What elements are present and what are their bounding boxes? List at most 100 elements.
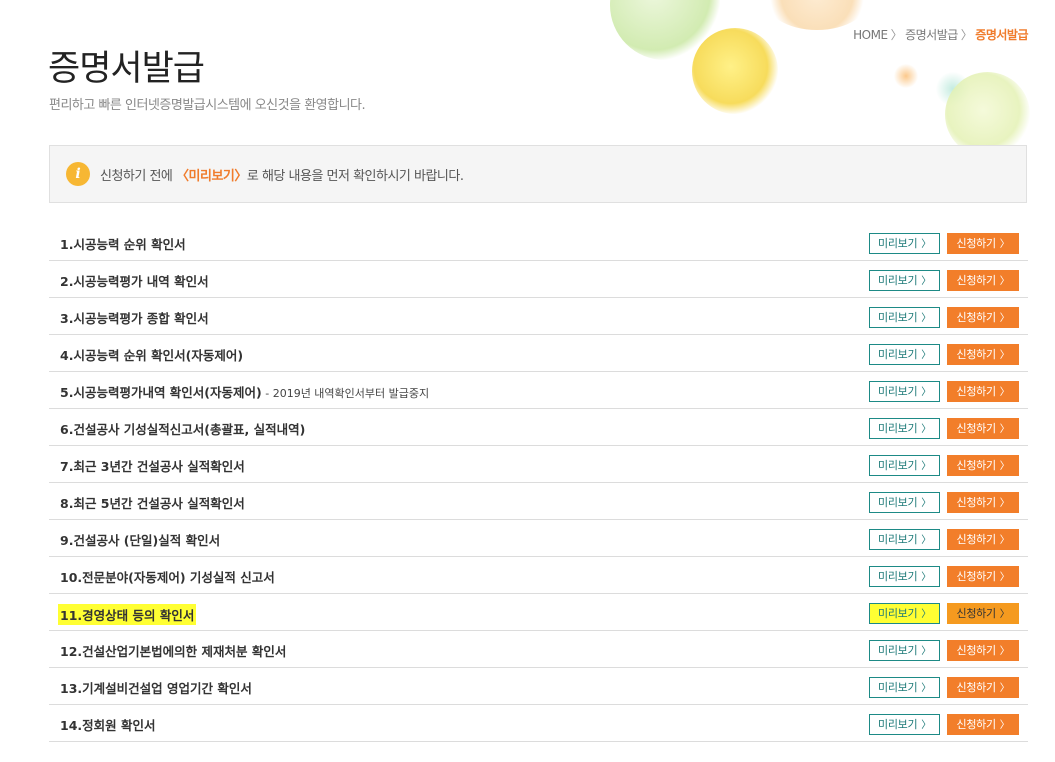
apply-button-label: 신청하기	[956, 274, 997, 287]
apply-button[interactable]: 신청하기 〉	[947, 381, 1019, 402]
chevron-right-icon: 〉	[999, 683, 1010, 694]
apply-button-label: 신청하기	[956, 607, 997, 620]
notice-box: i 신청하기 전에 〈미리보기〉로 해당 내용을 먼저 확인하시기 바랍니다.	[49, 145, 1027, 203]
apply-button[interactable]: 신청하기 〉	[947, 677, 1019, 698]
preview-button-label: 미리보기	[878, 422, 918, 435]
apply-button-label: 신청하기	[956, 311, 997, 324]
certificate-title: 11.경영상태 등의 확인서	[58, 604, 197, 625]
apply-button[interactable]: 신청하기 〉	[947, 714, 1019, 735]
preview-button-label: 미리보기	[878, 644, 918, 657]
preview-button-label: 미리보기	[878, 385, 918, 398]
preview-button[interactable]: 미리보기 〉	[869, 233, 940, 254]
apply-button-label: 신청하기	[956, 385, 997, 398]
chevron-right-icon: 〉	[921, 572, 931, 583]
certificate-title: 6.건설공사 기성실적신고서(총괄표, 실적내역)	[60, 419, 305, 438]
certificate-title-text: 10.전문분야(자동제어) 기성실적 신고서	[60, 570, 275, 585]
certificate-title: 9.건설공사 (단일)실적 확인서	[60, 530, 220, 549]
chevron-right-icon: 〉	[921, 313, 931, 324]
chevron-right-icon: 〉	[999, 313, 1010, 324]
apply-button[interactable]: 신청하기 〉	[947, 344, 1019, 365]
apply-button-label: 신청하기	[956, 718, 997, 731]
preview-button-label: 미리보기	[878, 718, 918, 731]
apply-button-label: 신청하기	[956, 459, 997, 472]
apply-button-label: 신청하기	[956, 644, 997, 657]
chevron-right-icon: 〉	[999, 350, 1010, 361]
certificate-title-text: 12.건설산업기본법에의한 제재처분 확인서	[60, 644, 287, 659]
preview-button-label: 미리보기	[878, 570, 918, 583]
certificate-row: 9.건설공사 (단일)실적 확인서 미리보기 〉 신청하기 〉	[49, 520, 1028, 557]
chevron-right-icon: 〉	[999, 387, 1010, 398]
certificate-row: 6.건설공사 기성실적신고서(총괄표, 실적내역) 미리보기 〉 신청하기 〉	[49, 409, 1028, 446]
certificate-row: 8.최근 5년간 건설공사 실적확인서 미리보기 〉 신청하기 〉	[49, 483, 1028, 520]
breadcrumb-separator: 〉	[960, 28, 973, 42]
preview-button[interactable]: 미리보기 〉	[869, 381, 940, 402]
preview-button[interactable]: 미리보기 〉	[869, 677, 940, 698]
chevron-right-icon: 〉	[999, 646, 1010, 657]
preview-button-label: 미리보기	[878, 533, 918, 546]
certificate-title: 3.시공능력평가 종합 확인서	[60, 308, 209, 327]
preview-button[interactable]: 미리보기 〉	[869, 418, 940, 439]
certificate-title: 5.시공능력평가내역 확인서(자동제어) - 2019년 내역확인서부터 발급중…	[60, 382, 429, 401]
chevron-right-icon: 〉	[999, 609, 1010, 620]
apply-button[interactable]: 신청하기 〉	[947, 603, 1019, 624]
page-subtitle: 편리하고 빠른 인터넷증명발급시스템에 오신것을 환영합니다.	[49, 98, 366, 113]
apply-button[interactable]: 신청하기 〉	[947, 529, 1019, 550]
apply-button-label: 신청하기	[956, 496, 997, 509]
chevron-right-icon: 〉	[921, 424, 931, 435]
preview-button-label: 미리보기	[878, 274, 918, 287]
certificate-title-text: 11.경영상태 등의 확인서	[60, 608, 195, 623]
certificate-row: 10.전문분야(자동제어) 기성실적 신고서 미리보기 〉 신청하기 〉	[49, 557, 1028, 594]
certificate-title: 8.최근 5년간 건설공사 실적확인서	[60, 493, 245, 512]
preview-button-label: 미리보기	[878, 607, 918, 620]
preview-button[interactable]: 미리보기 〉	[869, 566, 940, 587]
certificate-title-text: 1.시공능력 순위 확인서	[60, 237, 186, 252]
certificate-row: 12.건설산업기본법에의한 제재처분 확인서 미리보기 〉 신청하기 〉	[49, 631, 1028, 668]
apply-button[interactable]: 신청하기 〉	[947, 492, 1019, 513]
apply-button[interactable]: 신청하기 〉	[947, 455, 1019, 476]
preview-button-label: 미리보기	[878, 237, 918, 250]
page-title: 증명서발급	[48, 49, 205, 89]
apply-button-label: 신청하기	[956, 348, 997, 361]
certificate-title: 1.시공능력 순위 확인서	[60, 234, 186, 253]
chevron-right-icon: 〉	[999, 239, 1010, 250]
breadcrumb-current: 증명서발급	[975, 28, 1028, 42]
certificate-row: 3.시공능력평가 종합 확인서 미리보기 〉 신청하기 〉	[49, 298, 1028, 335]
apply-button[interactable]: 신청하기 〉	[947, 566, 1019, 587]
chevron-right-icon: 〉	[921, 276, 931, 287]
certificate-list: 1.시공능력 순위 확인서 미리보기 〉 신청하기 〉 2.시공능력평가 내역 확인서 미리…	[49, 224, 1028, 742]
chevron-right-icon: 〉	[999, 720, 1010, 731]
preview-button-label: 미리보기	[878, 496, 918, 509]
certificate-title-text: 6.건설공사 기성실적신고서(총괄표, 실적내역)	[60, 422, 306, 437]
notice-text-before: 신청하기 전에	[100, 169, 177, 184]
apply-button[interactable]: 신청하기 〉	[947, 270, 1019, 291]
apply-button[interactable]: 신청하기 〉	[947, 233, 1019, 254]
preview-button[interactable]: 미리보기 〉	[869, 603, 940, 624]
preview-button-label: 미리보기	[878, 681, 918, 694]
breadcrumb-parent[interactable]: 증명서발급	[905, 28, 958, 42]
certificate-row: 5.시공능력평가내역 확인서(자동제어) - 2019년 내역확인서부터 발급중…	[49, 372, 1028, 409]
chevron-right-icon: 〉	[921, 498, 931, 509]
certificate-title: 7.최근 3년간 건설공사 실적확인서	[60, 456, 245, 475]
preview-button[interactable]: 미리보기 〉	[869, 344, 940, 365]
certificate-title-text: 4.시공능력 순위 확인서(자동제어)	[60, 348, 244, 363]
preview-button[interactable]: 미리보기 〉	[869, 640, 940, 661]
preview-button[interactable]: 미리보기 〉	[869, 529, 940, 550]
notice-highlight: 〈미리보기〉	[176, 169, 247, 184]
apply-button[interactable]: 신청하기 〉	[947, 640, 1019, 661]
certificate-title-text: 9.건설공사 (단일)실적 확인서	[60, 533, 221, 548]
chevron-right-icon: 〉	[921, 646, 931, 657]
certificate-title-text: 8.최근 5년간 건설공사 실적확인서	[60, 496, 245, 511]
chevron-right-icon: 〉	[921, 387, 931, 398]
breadcrumb-home[interactable]: HOME	[853, 28, 888, 42]
preview-button[interactable]: 미리보기 〉	[869, 270, 940, 291]
certificate-title: 4.시공능력 순위 확인서(자동제어)	[60, 345, 243, 364]
apply-button[interactable]: 신청하기 〉	[947, 418, 1019, 439]
preview-button[interactable]: 미리보기 〉	[869, 714, 940, 735]
preview-button[interactable]: 미리보기 〉	[869, 492, 940, 513]
preview-button[interactable]: 미리보기 〉	[869, 455, 940, 476]
chevron-right-icon: 〉	[999, 535, 1010, 546]
info-icon: i	[66, 162, 90, 186]
apply-button[interactable]: 신청하기 〉	[947, 307, 1019, 328]
preview-button[interactable]: 미리보기 〉	[869, 307, 940, 328]
certificate-row: 11.경영상태 등의 확인서 미리보기 〉 신청하기 〉	[49, 594, 1028, 631]
